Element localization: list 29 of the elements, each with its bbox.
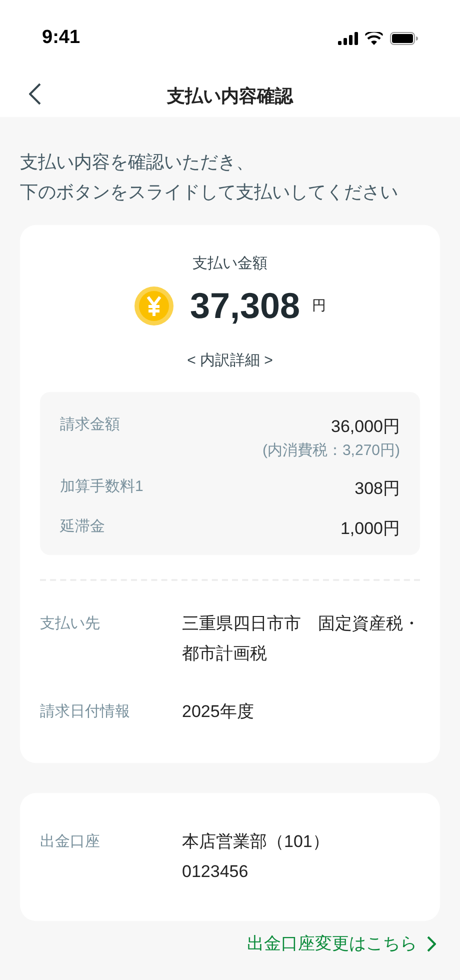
back-icon xyxy=(29,83,41,105)
breakdown-label: 加算手数料1 xyxy=(60,477,144,497)
page-title: 支払い内容確認 xyxy=(167,84,293,108)
signal-icon xyxy=(338,32,358,45)
battery-icon xyxy=(390,32,418,45)
tax-note: (内消費税：3,270円) xyxy=(262,440,400,460)
info-value: 2025年度 xyxy=(182,701,255,723)
breakdown-label: 延滞金 xyxy=(60,516,105,536)
change-account-link[interactable]: 出金口座変更はこちら xyxy=(247,931,436,956)
breakdown-value: 1,000円 xyxy=(340,518,400,540)
breakdown-value: 36,000円 xyxy=(331,416,400,438)
amount-label: 支払い金額 xyxy=(192,254,268,274)
breakdown-label: 請求金額 xyxy=(60,415,120,435)
wifi-icon xyxy=(365,32,383,45)
yen-coin-icon xyxy=(134,286,174,326)
instruction-text: 支払い内容を確認いただき、 xyxy=(20,151,255,174)
details-link[interactable]: < 内訳詳細 > xyxy=(187,350,273,372)
chevron-right-icon xyxy=(427,936,436,952)
breakdown-value: 308円 xyxy=(354,478,400,500)
account-label: 出金口座 xyxy=(40,832,101,852)
info-label: 請求日付情報 xyxy=(40,702,131,722)
amount-value: 37,308 xyxy=(190,288,300,324)
info-value: 三重県四日市市 固定資産税・都市計画税 xyxy=(182,613,420,665)
account-value: 本店営業部（101） xyxy=(182,831,330,853)
account-value: 0123456 xyxy=(182,861,250,883)
info-label: 支払い先 xyxy=(40,614,101,634)
amount-unit: 円 xyxy=(312,296,326,315)
instruction-text: 下のボタンをスライドして支払いしてください xyxy=(20,181,399,204)
status-time: 9:41 xyxy=(42,26,80,50)
